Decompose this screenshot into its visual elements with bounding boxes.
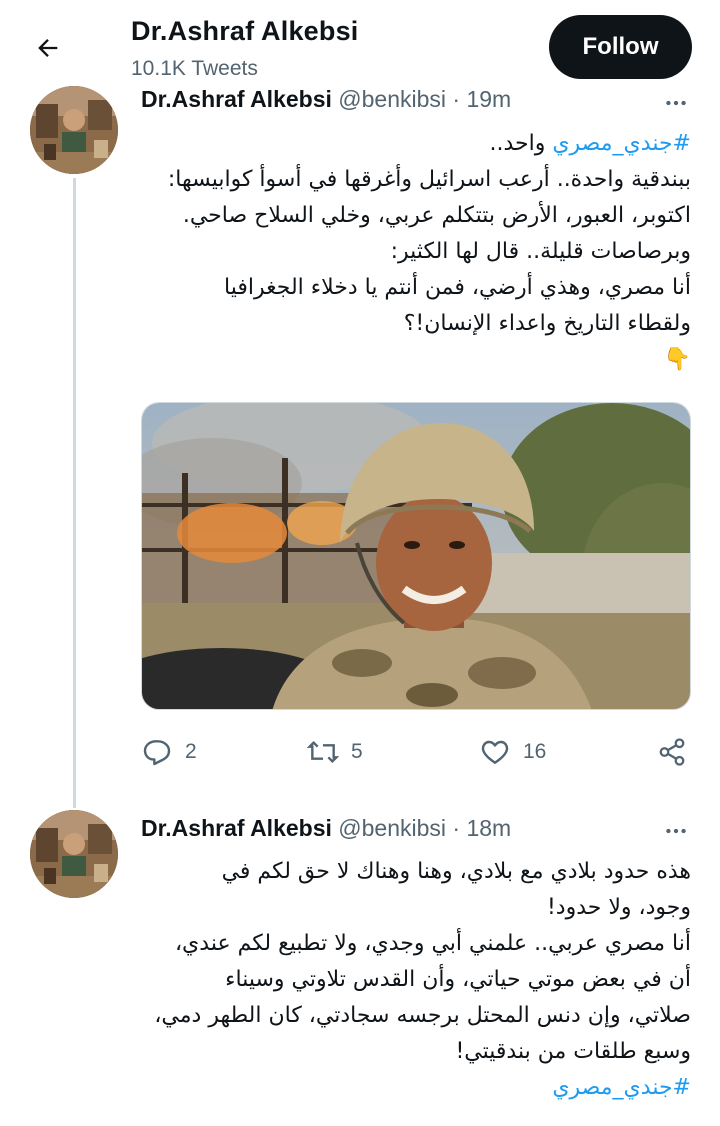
more-button[interactable] [661,816,691,846]
meta-separator: · [452,86,461,112]
tweet-line: هذه حدود بلادي مع بلادي، وهنا وهناك لا ح… [221,859,691,884]
meta-separator: · [452,815,461,841]
like-count: 16 [523,740,547,763]
retweet-button[interactable]: 5 [307,734,363,770]
retweet-count: 5 [351,740,363,763]
hashtag-link[interactable]: #جندي_مصري [552,131,691,156]
tweet-line: ولقطاء التاريخ واعداء الإنسان!؟ [403,311,691,336]
tweet-header: Dr.Ashraf Alkebsi @benkibsi · 19m [141,86,511,113]
avatar-image [30,86,118,174]
tweet-line: أن في بعض موتي حياتي، وأن القدس تلاوتي و… [225,967,691,992]
tweet-line: وجود، ولا حدود! [546,895,691,920]
tweet-header: Dr.Ashraf Alkebsi @benkibsi · 18m [141,815,511,842]
tweet-line: أنا مصري عربي.. علمني أبي وجدي، ولا تطبي… [174,931,691,956]
avatar[interactable] [30,86,118,174]
share-icon [659,738,685,766]
more-icon [666,100,686,106]
hashtag-link[interactable]: #جندي_مصري [141,1070,691,1106]
tweet-line: #جندي_مصري واحد.. [141,126,691,162]
tweet-line: وبرصاصات قليلة.. قال لها الكثير: [390,239,691,264]
more-button[interactable] [661,88,691,118]
pointing-down-emoji: 👇 [663,347,691,372]
profile-thread-view: Dr.Ashraf Alkebsi 10.1K Tweets Follow Dr… [0,0,720,1126]
tweet-text: هذه حدود بلادي مع بلادي، وهنا وهناك لا ح… [141,854,691,1106]
like-button[interactable]: 16 [479,734,546,770]
tweet-line-text: واحد.. [489,131,546,156]
tweet-author-handle[interactable]: @benkibsi [338,86,446,112]
tweet-line: صلاتي، وإن دنس المحتل برجسه سجادتي، كان … [154,1003,691,1028]
avatar-image [30,810,118,898]
tweet-text: #جندي_مصري واحد.. ببندقية واحدة.. أرعب ا… [141,126,691,378]
tweet-media-photo[interactable] [141,402,691,710]
reply-button[interactable]: 2 [141,734,197,770]
back-button[interactable] [26,26,70,70]
tweet-actions-bar: 2 5 16 [141,734,691,770]
more-icon [666,828,686,834]
thread-connector-line [73,178,76,808]
tweet-line: أنا مصري، وهذي أرضي، فمن أنتم يا دخلاء ا… [224,275,691,300]
top-header: Dr.Ashraf Alkebsi 10.1K Tweets Follow [0,0,720,88]
avatar[interactable] [30,810,118,898]
tweet-timestamp[interactable]: 19m [466,86,511,112]
tweet-line: ببندقية واحدة.. أرعب اسرائيل وأغرقها في … [167,167,691,192]
retweet-icon [307,740,339,764]
reply-icon [143,740,171,766]
soldier-photo [142,403,690,709]
tweet-timestamp[interactable]: 18m [466,815,511,841]
back-arrow-icon [38,39,58,57]
share-button[interactable] [657,734,687,770]
tweet-author-name[interactable]: Dr.Ashraf Alkebsi [141,815,332,841]
reply-count: 2 [185,740,197,763]
tweet-author-name[interactable]: Dr.Ashraf Alkebsi [141,86,332,112]
header-profile-name: Dr.Ashraf Alkebsi [131,16,359,46]
follow-button[interactable]: Follow [549,15,692,79]
header-tweet-count: 10.1K Tweets [131,57,258,80]
tweet-author-handle[interactable]: @benkibsi [338,815,446,841]
tweet-line: اكتوبر، العبور، الأرض بتتكلم عربي، وخلي … [182,203,691,228]
tweet-line: وسبع طلقات من بندقيتي! [455,1039,691,1064]
like-icon [481,740,509,764]
